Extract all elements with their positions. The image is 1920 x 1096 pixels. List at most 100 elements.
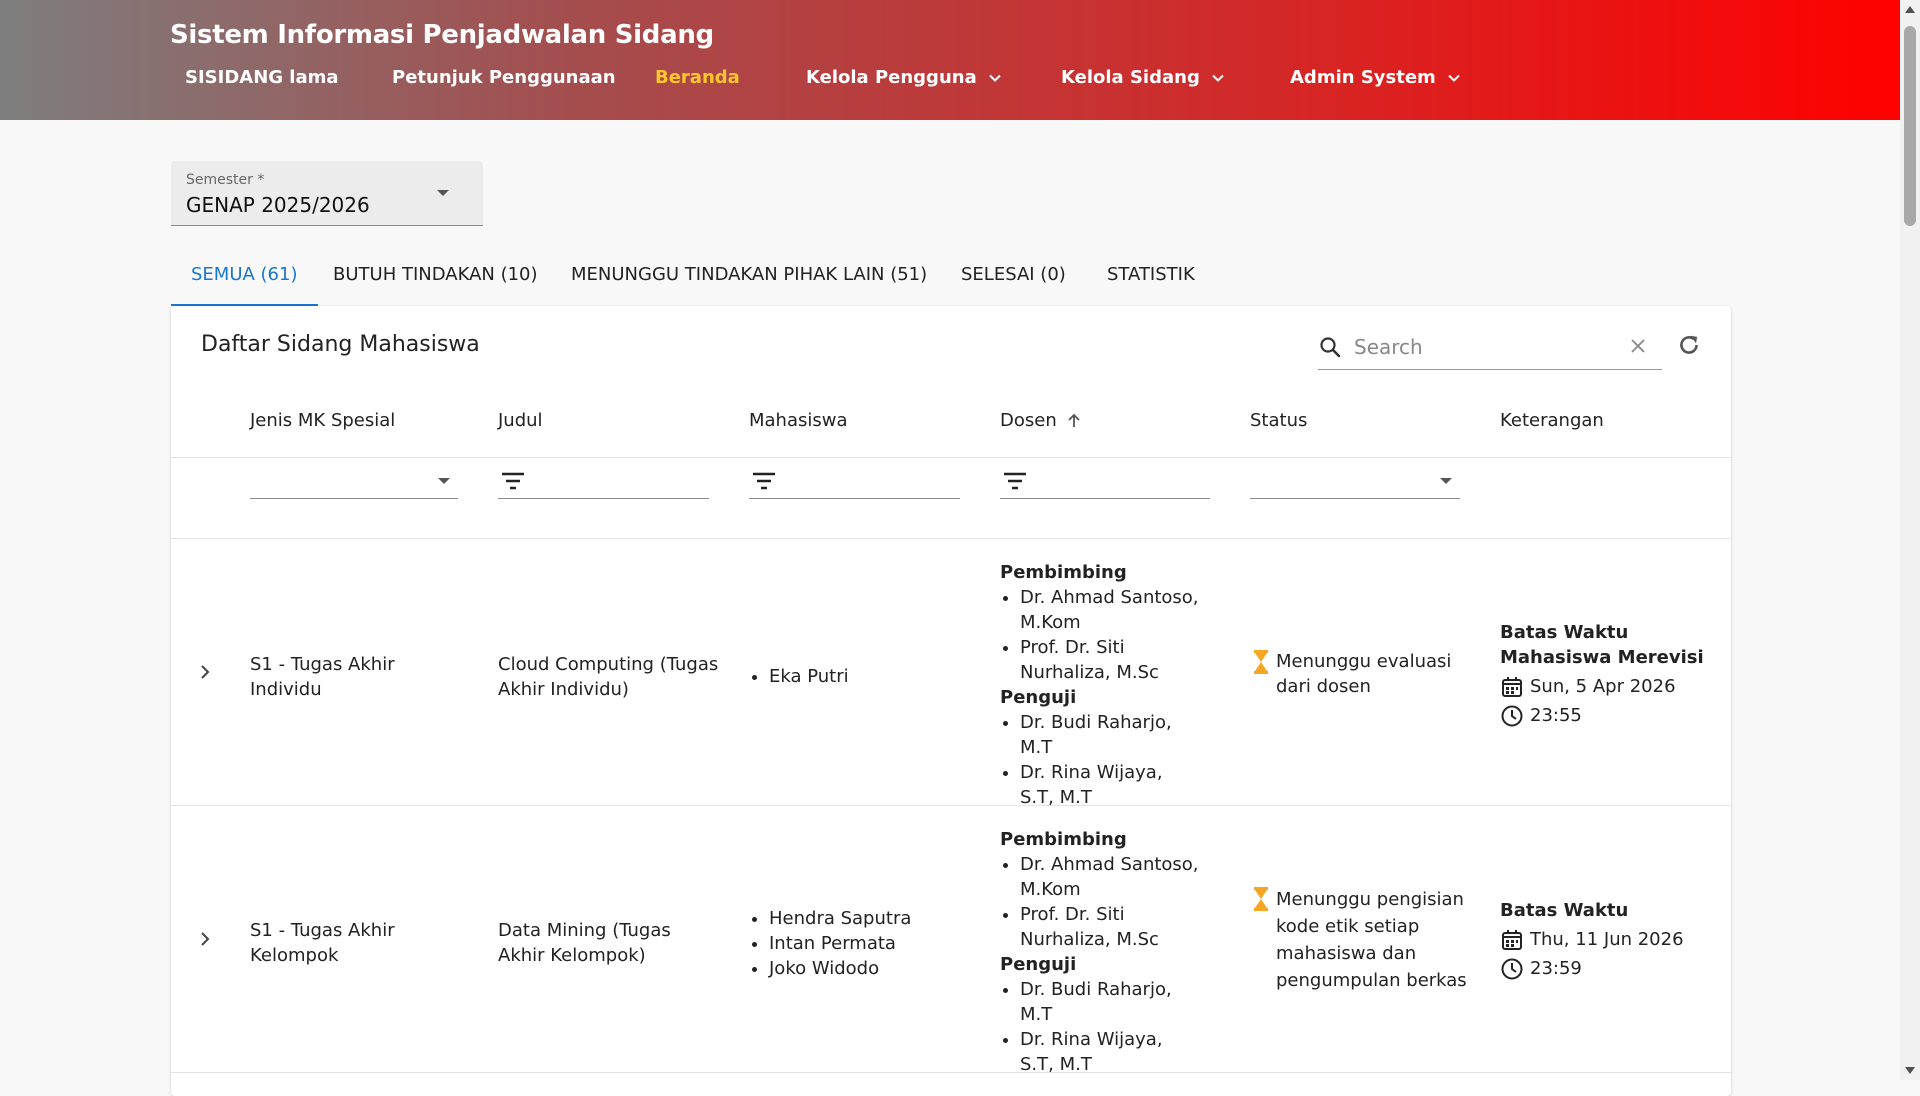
filter-judul-input[interactable] [498, 464, 709, 499]
filter-icon [502, 472, 524, 490]
nav-admin-system[interactable]: Admin System [1290, 67, 1462, 88]
cell-judul: Data Mining (Tugas Akhir Kelompok) [498, 918, 728, 968]
pembimbing-item: Prof. Dr. Siti Nurhaliza, M.Sc [1020, 902, 1200, 952]
judul-line: Cloud Computing (Tugas [498, 654, 719, 675]
scrollbar-thumb[interactable] [1904, 26, 1916, 226]
table-row[interactable]: S1 - Tugas Akhir Individu Cloud Computin… [171, 539, 1731, 808]
arrow-up-icon[interactable] [1065, 412, 1083, 430]
search-icon [1320, 337, 1341, 358]
nav-label: Kelola Sidang [1061, 67, 1200, 88]
search-field [1318, 323, 1662, 370]
nav-kelola-pengguna[interactable]: Kelola Pengguna [806, 67, 1003, 88]
cell-dosen: Pembimbing Dr. Ahmad Santoso, M.Kom Prof… [1000, 827, 1200, 1077]
filter-jenis-select[interactable] [250, 464, 458, 499]
column-header-judul[interactable]: Judul [498, 410, 543, 431]
semester-label: Semester * [186, 172, 265, 188]
judul-line: Akhir Individu) [498, 679, 629, 700]
column-header-jenis[interactable]: Jenis MK Spesial [250, 410, 395, 431]
judul-line: Akhir Kelompok) [498, 945, 646, 966]
clock-icon [1501, 705, 1523, 726]
mahasiswa-item: Intan Permata [769, 931, 969, 956]
cell-mahasiswa: Hendra Saputra Intan Permata Joko Widodo [749, 906, 969, 981]
dropdown-caret-icon [437, 190, 449, 196]
cell-status: Menunggu pengisian kode etik setiap maha… [1250, 886, 1470, 994]
divider [171, 457, 1731, 458]
table-row[interactable]: S1 - Tugas Akhir Kelompok Data Mining (T… [171, 806, 1731, 1075]
cell-keterangan: Batas Waktu Mahasiswa Merevisi Sun, 5 Ap… [1500, 620, 1710, 728]
column-header-dosen[interactable]: Dosen [1000, 410, 1083, 431]
filter-status-select[interactable] [1250, 464, 1460, 499]
column-header-keterangan[interactable]: Keterangan [1500, 410, 1604, 431]
deadline-title: Batas Waktu [1500, 900, 1629, 921]
penguji-heading: Penguji [1000, 687, 1077, 708]
cell-jenis: S1 - Tugas Akhir Kelompok [250, 918, 470, 968]
jenis-line: Kelompok [250, 945, 339, 966]
chevron-right-icon[interactable] [195, 929, 215, 949]
column-header-label: Mahasiswa [749, 410, 848, 431]
close-icon[interactable] [1628, 336, 1648, 356]
hourglass-icon [1254, 887, 1268, 911]
deadline-date-text: Sun, 5 Apr 2026 [1530, 676, 1676, 697]
column-header-label: Judul [498, 410, 543, 431]
cell-status: Menunggu evaluasi dari dosen [1250, 649, 1470, 699]
nav-kelola-sidang[interactable]: Kelola Sidang [1061, 67, 1226, 88]
column-header-mahasiswa[interactable]: Mahasiswa [749, 410, 848, 431]
nav-beranda[interactable]: Beranda [655, 67, 740, 88]
chevron-down-icon [1446, 70, 1462, 86]
semester-value: GENAP 2025/2026 [186, 193, 370, 217]
mahasiswa-item: Hendra Saputra [769, 906, 969, 931]
deadline-title: Batas Waktu Mahasiswa Merevisi [1500, 622, 1704, 668]
deadline-date: Sun, 5 Apr 2026 [1500, 674, 1710, 699]
jenis-line: S1 - Tugas Akhir [250, 654, 395, 675]
column-header-label: Keterangan [1500, 410, 1604, 431]
mahasiswa-item: Joko Widodo [769, 956, 969, 981]
column-header-label: Dosen [1000, 410, 1057, 431]
nav-label: Admin System [1290, 67, 1436, 88]
clock-icon [1501, 958, 1523, 979]
cell-dosen: Pembimbing Dr. Ahmad Santoso, M.Kom Prof… [1000, 560, 1200, 810]
tab-statistik[interactable]: STATISTIK [1087, 254, 1215, 304]
scroll-down-arrow-icon[interactable] [1905, 1067, 1915, 1074]
deadline-time-text: 23:55 [1530, 705, 1582, 726]
nav-label: Kelola Pengguna [806, 67, 977, 88]
penguji-heading: Penguji [1000, 954, 1077, 975]
scroll-up-arrow-icon[interactable] [1905, 6, 1915, 13]
mahasiswa-item: Eka Putri [769, 664, 969, 689]
nav-label: Petunjuk Penggunaan [392, 67, 616, 88]
cell-mahasiswa: Eka Putri [749, 664, 969, 689]
dropdown-caret-icon [438, 478, 450, 484]
tab-menunggu-pihak-lain[interactable]: MENUNGGU TINDAKAN PIHAK LAIN (51) [551, 254, 947, 304]
nav-sisidang-lama[interactable]: SISIDANG lama [185, 67, 339, 88]
nav-label: SISIDANG lama [185, 67, 339, 88]
chevron-down-icon [987, 70, 1003, 86]
app-title: Sistem Informasi Penjadwalan Sidang [170, 20, 714, 50]
tab-selesai[interactable]: SELESAI (0) [941, 254, 1086, 304]
page-scrollbar[interactable] [1900, 0, 1920, 1080]
column-header-status[interactable]: Status [1250, 410, 1307, 431]
pembimbing-item: Dr. Ahmad Santoso, M.Kom [1020, 585, 1200, 635]
chevron-down-icon [1210, 70, 1226, 86]
top-navbar: Sistem Informasi Penjadwalan Sidang SISI… [0, 0, 1900, 120]
tab-butuh-tindakan[interactable]: BUTUH TINDAKAN (10) [313, 254, 558, 304]
cell-jenis: S1 - Tugas Akhir Individu [250, 652, 470, 702]
refresh-icon[interactable] [1676, 332, 1702, 358]
column-header-label: Jenis MK Spesial [250, 410, 396, 431]
penguji-item: Dr. Budi Raharjo, M.T [1020, 977, 1200, 1027]
filter-dosen-input[interactable] [1000, 464, 1210, 499]
chevron-right-icon[interactable] [195, 662, 215, 682]
nav-label: Beranda [655, 67, 740, 88]
deadline-time: 23:59 [1500, 956, 1710, 981]
pembimbing-item: Prof. Dr. Siti Nurhaliza, M.Sc [1020, 635, 1200, 685]
tab-semua[interactable]: SEMUA (61) [171, 254, 318, 306]
judul-line: Data Mining (Tugas [498, 920, 671, 941]
search-input[interactable] [1352, 331, 1616, 363]
filter-icon [753, 472, 775, 490]
filter-mahasiswa-input[interactable] [749, 464, 960, 499]
status-text: Menunggu pengisian kode etik setiap maha… [1276, 889, 1467, 991]
filter-icon [1004, 472, 1026, 490]
sidang-table-card: Daftar Sidang Mahasiswa Jenis MK Spesial… [171, 306, 1731, 1096]
hourglass-icon [1254, 650, 1268, 674]
semester-select[interactable]: Semester * GENAP 2025/2026 [171, 161, 483, 226]
nav-petunjuk-penggunaan[interactable]: Petunjuk Penggunaan [392, 67, 616, 88]
deadline-date-text: Thu, 11 Jun 2026 [1530, 929, 1684, 950]
